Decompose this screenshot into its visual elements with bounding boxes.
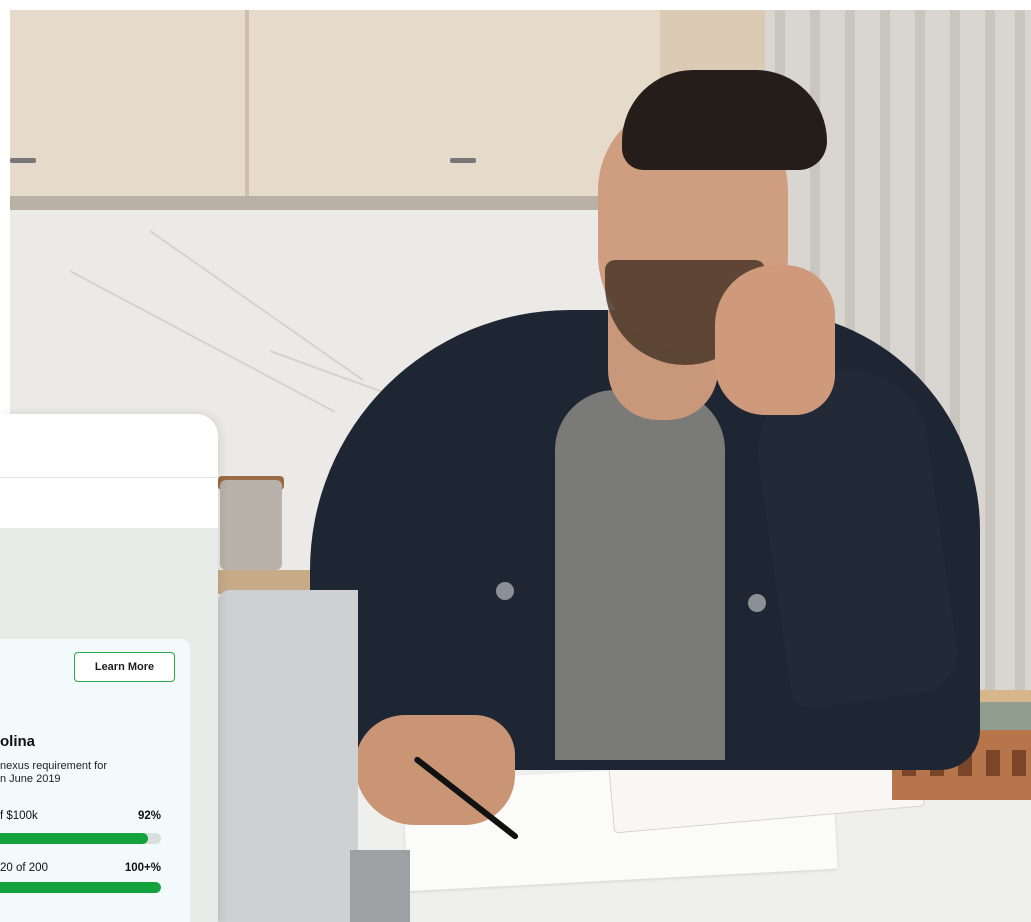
- state-name: olina: [0, 733, 36, 750]
- kitchen-cabinet: [10, 10, 670, 200]
- card-subheader: [0, 478, 218, 529]
- learn-more-button[interactable]: Learn More: [74, 652, 175, 682]
- nexus-description: nexus requirement for n June 2019: [0, 760, 107, 785]
- sales-progress-bar: [0, 833, 161, 844]
- jar: [220, 480, 282, 570]
- transactions-progress-bar: [0, 882, 161, 893]
- transactions-threshold-percent: 100+%: [124, 862, 161, 874]
- sales-progress-fill: [0, 833, 149, 844]
- laptop: [218, 590, 358, 922]
- sales-threshold-label: f $100k: [0, 810, 38, 822]
- nexus-card: Learn More olina nexus requirement for n…: [0, 414, 218, 922]
- transactions-threshold-label: 20 of 200: [0, 862, 48, 874]
- state-nexus-panel: Learn More olina nexus requirement for n…: [0, 639, 190, 922]
- card-header: [0, 414, 218, 478]
- sales-threshold-percent: 92%: [137, 810, 161, 822]
- transactions-progress-fill: [0, 882, 161, 893]
